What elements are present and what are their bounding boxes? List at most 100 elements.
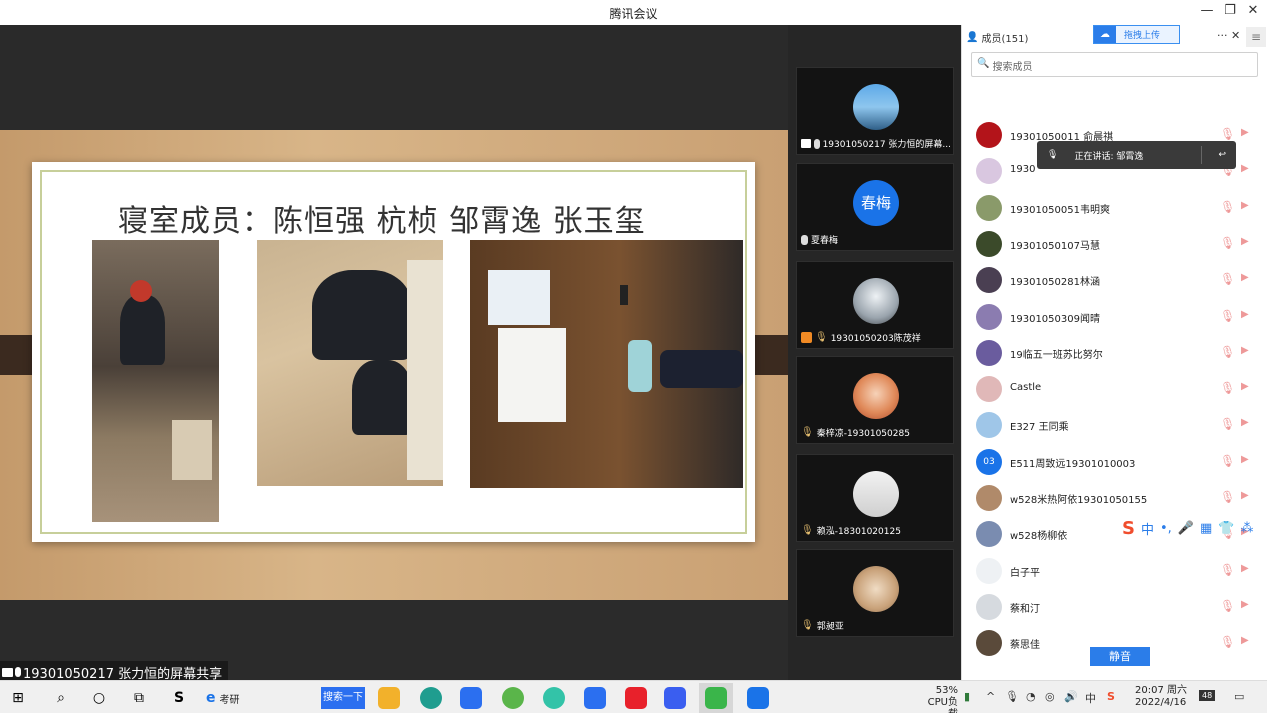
video-tile[interactable]: 🎙 19301050203陈茂祥	[796, 261, 954, 349]
camera-off-icon[interactable]: ▶	[1241, 635, 1249, 646]
screen-share-icon	[2, 667, 13, 677]
drag-upload-button[interactable]: ☁ 拖拽上传	[1093, 25, 1180, 44]
member-row[interactable]: 19301050309闻晴 🎙 ▶	[962, 299, 1267, 335]
muted-mic-icon[interactable]: 🎙	[1220, 490, 1235, 504]
muted-mic-icon[interactable]: 🎙	[1220, 563, 1235, 577]
sogou-ime-icon[interactable]: S	[1122, 518, 1135, 539]
ime-toolbar[interactable]: S 中 •, 🎤 ▦ 👕 ⁂	[1122, 515, 1253, 541]
battery-app-icon[interactable]: ▮	[964, 690, 970, 703]
muted-mic-icon[interactable]: 🎙	[1220, 127, 1235, 141]
mic-tray-icon[interactable]: 🎙	[1005, 690, 1019, 703]
video-tile[interactable]: 🎙 赖泓-18301020125	[796, 454, 954, 542]
speaking-indicator: 🎙 正在讲话: 邹霄逸 ↩	[1037, 141, 1236, 169]
close-button[interactable]: ✕	[1242, 3, 1264, 18]
search-icon[interactable]: ⌕	[52, 689, 70, 707]
camera-off-icon[interactable]: ▶	[1241, 345, 1249, 356]
action-center-icon[interactable]: ▭	[1234, 690, 1244, 703]
camera-off-icon[interactable]: ▶	[1241, 163, 1249, 174]
mail-icon[interactable]	[460, 687, 482, 709]
member-avatar	[976, 339, 1002, 366]
member-row[interactable]: 19301050051韦明爽 🎙 ▶	[962, 190, 1267, 226]
member-row[interactable]: 19301050281林涵 🎙 ▶	[962, 262, 1267, 298]
camera-off-icon[interactable]: ▶	[1241, 454, 1249, 465]
search-go-button[interactable]: 搜索一下	[321, 687, 365, 709]
ime-chinese-mode[interactable]: 中	[1141, 519, 1154, 538]
ime-skin-icon[interactable]: 👕	[1218, 521, 1234, 536]
video-tile[interactable]: 春梅 夏春梅	[796, 163, 954, 251]
muted-mic-icon[interactable]: 🎙	[1220, 381, 1235, 395]
muted-mic-icon[interactable]: 🎙	[1220, 272, 1235, 286]
tencent-meeting-icon[interactable]	[747, 687, 769, 709]
camera-off-icon[interactable]: ▶	[1241, 127, 1249, 138]
browser-app-icon[interactable]	[543, 687, 565, 709]
muted-mic-icon[interactable]: 🎙	[1220, 454, 1235, 468]
member-row[interactable]: Castle 🎙 ▶	[962, 371, 1267, 407]
cortana-icon[interactable]: ○	[90, 689, 108, 707]
member-row[interactable]: 19临五一班苏比努尔 🎙 ▶	[962, 335, 1267, 371]
member-row[interactable]: w528米热阿依19301050155 🎙 ▶	[962, 480, 1267, 516]
participant-avatar	[853, 84, 899, 130]
ime-tray-icon[interactable]: 中	[1085, 690, 1096, 706]
ime-punctuation[interactable]: •,	[1160, 521, 1172, 536]
participant-avatar: 春梅	[853, 180, 899, 226]
member-name: 1930	[1010, 164, 1036, 176]
muted-mic-icon[interactable]: 🎙	[1220, 599, 1235, 613]
muted-mic-icon[interactable]: 🎙	[1220, 236, 1235, 250]
sogou-tray-icon[interactable]: S	[1107, 690, 1115, 703]
video-app-icon[interactable]	[584, 687, 606, 709]
muted-mic-icon[interactable]: 🎙	[1220, 417, 1235, 431]
camera-off-icon[interactable]: ▶	[1241, 309, 1249, 320]
edge-icon[interactable]	[420, 687, 442, 709]
member-row[interactable]: 19301050107马慧 🎙 ▶	[962, 226, 1267, 262]
ime-toolbox-icon[interactable]: ⁂	[1240, 521, 1253, 536]
camera-off-icon[interactable]: ▶	[1241, 417, 1249, 428]
more-options-button[interactable]: ···	[1217, 29, 1228, 42]
netease-music-icon[interactable]	[625, 687, 647, 709]
speaking-mic-icon: 🎙	[801, 427, 814, 438]
video-tile[interactable]: 19301050217 张力恒的屏幕...	[796, 67, 954, 155]
wechat-icon[interactable]	[705, 687, 727, 709]
volume-icon[interactable]: 🔊	[1064, 690, 1078, 703]
camera-off-icon[interactable]: ▶	[1241, 200, 1249, 211]
member-name: 19临五一班苏比努尔	[1010, 349, 1103, 361]
screen-share-area[interactable]: 寝室成员：陈恒强 杭桢 邹霄逸 张玉玺 19301050217 张力恒的屏幕共享	[0, 25, 788, 682]
video-tile[interactable]: 🎙 秦梓凉-19301050285	[796, 356, 954, 444]
list-menu-icon[interactable]: ≡	[1246, 27, 1266, 47]
member-search-input[interactable]: 🔍 搜索成员	[971, 52, 1258, 77]
muted-mic-icon[interactable]: 🎙	[1220, 635, 1235, 649]
network-icon[interactable]: ◔	[1026, 690, 1036, 703]
camera-off-icon[interactable]: ▶	[1241, 381, 1249, 392]
muted-mic-icon[interactable]: 🎙	[1220, 309, 1235, 323]
muted-mic-icon[interactable]: 🎙	[1220, 345, 1235, 359]
media-player-icon[interactable]	[664, 687, 686, 709]
mute-all-button[interactable]: 静音	[1090, 647, 1150, 666]
camera-off-icon[interactable]: ▶	[1241, 599, 1249, 610]
camera-off-icon[interactable]: ▶	[1241, 490, 1249, 501]
restore-button[interactable]: ❐	[1219, 3, 1241, 18]
start-icon[interactable]: ⊞	[9, 689, 27, 707]
reply-arrow-icon[interactable]: ↩	[1218, 150, 1226, 160]
edge-tray-icon[interactable]: ◎	[1045, 690, 1055, 703]
camera-off-icon[interactable]: ▶	[1241, 236, 1249, 247]
ime-voice-icon[interactable]: 🎤	[1178, 521, 1194, 536]
muted-mic-icon[interactable]: 🎙	[1220, 200, 1235, 214]
tray-expand-icon[interactable]: ^	[986, 690, 995, 703]
notification-badge[interactable]: 48	[1199, 690, 1216, 701]
camera-off-icon[interactable]: ▶	[1241, 563, 1249, 574]
file-explorer-icon[interactable]	[378, 687, 400, 709]
sogou-app-icon[interactable]: S	[170, 689, 188, 707]
camera-off-icon[interactable]: ▶	[1241, 272, 1249, 283]
task-view-icon[interactable]: ⧉	[130, 689, 148, 707]
member-row[interactable]: 03 E511周致远19301010003 🎙 ▶	[962, 444, 1267, 480]
close-panel-button[interactable]: ✕	[1231, 29, 1240, 42]
member-row[interactable]: E327 王同乘 🎙 ▶	[962, 407, 1267, 443]
video-tile[interactable]: 🎙 郭昶亚	[796, 549, 954, 637]
minimize-button[interactable]: —	[1196, 3, 1218, 18]
browser-search-box[interactable]: e 考研	[206, 690, 240, 706]
member-avatar	[976, 521, 1002, 548]
member-row[interactable]: 蔡和汀 🎙 ▶	[962, 589, 1267, 625]
ie-browser-icon[interactable]	[502, 687, 524, 709]
ime-keyboard-icon[interactable]: ▦	[1200, 521, 1212, 536]
system-clock[interactable]: 20:07 周六 2022/4/16	[1135, 685, 1187, 709]
member-row[interactable]: 白子平 🎙 ▶	[962, 553, 1267, 589]
